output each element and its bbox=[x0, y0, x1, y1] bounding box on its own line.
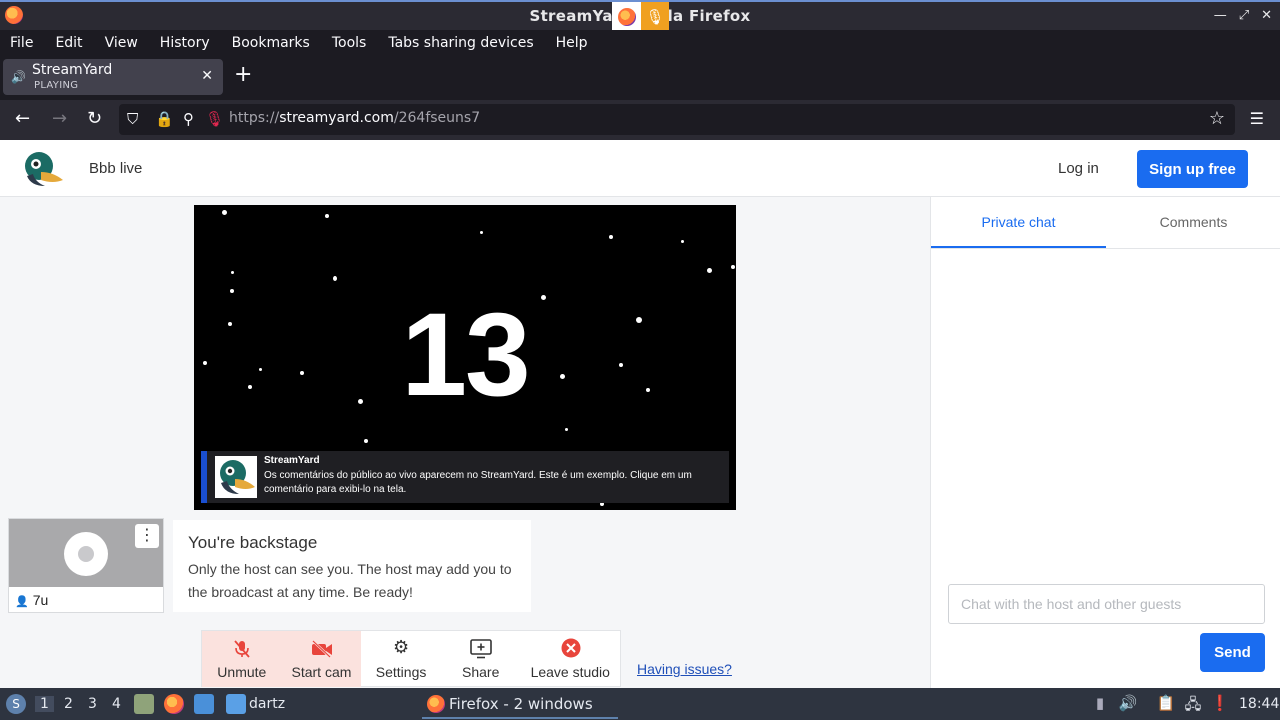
app-menu-icon[interactable]: ☰ bbox=[1250, 109, 1264, 128]
workspace-1[interactable]: 1 bbox=[35, 696, 54, 712]
url-text[interactable]: https://streamyard.com/264fseuns7 bbox=[229, 110, 480, 126]
window-controls: — ⤢ ✕ bbox=[1214, 8, 1272, 23]
clipboard-icon[interactable]: 📋 bbox=[1156, 694, 1176, 714]
maximize-icon[interactable]: ⤢ bbox=[1239, 8, 1249, 23]
comment-banner: StreamYard Os comentários do público ao … bbox=[201, 451, 729, 503]
streamyard-avatar-icon bbox=[215, 456, 257, 498]
backstage-body: Only the host can see you. The host may … bbox=[188, 561, 512, 600]
participant-card[interactable]: ⋮ 👤 7u bbox=[8, 518, 164, 613]
send-button[interactable]: Send bbox=[1200, 633, 1265, 672]
screen-share-icon bbox=[470, 639, 492, 659]
updates-icon[interactable]: ❗ bbox=[1210, 694, 1230, 714]
tab-title: StreamYard bbox=[32, 62, 113, 78]
broadcast-stage: 13 StreamYard Os comentários do público … bbox=[194, 205, 736, 510]
workspace-3[interactable]: 3 bbox=[88, 696, 97, 712]
settings-button[interactable]: ⚙ Settings bbox=[361, 631, 441, 687]
camera-off-icon bbox=[311, 640, 332, 658]
close-tab-icon[interactable]: ✕ bbox=[201, 68, 213, 84]
file-manager-launcher-icon[interactable] bbox=[134, 694, 154, 714]
user-placeholder-icon bbox=[78, 546, 94, 562]
window-titlebar: StreamYard ozilla Firefox 🎙 — ⤢ ✕ bbox=[0, 0, 1280, 32]
new-tab-button[interactable]: + bbox=[234, 64, 252, 86]
login-button[interactable]: Log in bbox=[1058, 160, 1099, 177]
workspace-4[interactable]: 4 bbox=[112, 696, 121, 712]
backstage-notice: You're backstage Only the host can see y… bbox=[173, 520, 531, 612]
lock-icon[interactable]: 🔒 bbox=[155, 110, 174, 128]
network-icon[interactable]: 🖧 bbox=[1183, 694, 1203, 714]
menu-file[interactable]: File bbox=[10, 35, 33, 51]
reload-button[interactable]: ↻ bbox=[87, 108, 102, 129]
streamyard-duck-logo-icon[interactable] bbox=[23, 150, 65, 188]
folder-icon[interactable] bbox=[226, 694, 246, 714]
backstage-heading: You're backstage bbox=[188, 533, 318, 552]
playing-audio-icon[interactable]: 🔊 bbox=[11, 70, 29, 84]
workspace-2[interactable]: 2 bbox=[64, 696, 73, 712]
gear-icon: ⚙ bbox=[392, 637, 410, 657]
permissions-icon[interactable]: ⚲ bbox=[183, 110, 194, 128]
microphone-off-icon bbox=[234, 640, 250, 658]
navigation-bar: ← → ↻ ⛉ 🔒 ⚲ 🎙 https://streamyard.com/264… bbox=[0, 100, 1280, 140]
forward-button[interactable]: → bbox=[52, 108, 67, 129]
back-button[interactable]: ← bbox=[15, 108, 30, 129]
tab-playing-label: PLAYING bbox=[34, 80, 79, 91]
banner-text: Os comentários do público ao vivo aparec… bbox=[264, 470, 692, 495]
countdown-number: 13 bbox=[401, 289, 530, 421]
chat-tabs-divider bbox=[931, 248, 1280, 249]
shield-icon[interactable]: ⛉ bbox=[127, 110, 138, 128]
menu-tools[interactable]: Tools bbox=[332, 35, 367, 51]
tray-battery-icon[interactable]: ▮ bbox=[1090, 694, 1110, 714]
close-window-icon[interactable]: ✕ bbox=[1261, 8, 1272, 23]
participant-name: 👤 7u bbox=[15, 592, 49, 608]
start-cam-button[interactable]: Start cam bbox=[281, 631, 362, 687]
firefox-sharing-icon[interactable] bbox=[612, 2, 641, 32]
microphone-icon[interactable]: 🎙 bbox=[205, 110, 224, 128]
chat-input[interactable] bbox=[948, 584, 1265, 624]
menu-view[interactable]: View bbox=[105, 35, 138, 51]
menu-bar: File Edit View History Bookmarks Tools T… bbox=[0, 30, 1280, 55]
menu-bookmarks[interactable]: Bookmarks bbox=[232, 35, 310, 51]
menu-tabs-sharing-devices[interactable]: Tabs sharing devices bbox=[388, 35, 533, 51]
menu-edit[interactable]: Edit bbox=[55, 35, 82, 51]
folder-label[interactable]: dartz bbox=[249, 696, 285, 712]
os-taskbar: S 1 2 3 4 dartz Firefox - 2 windows ▮ 🔊 … bbox=[0, 688, 1280, 720]
chat-panel: Private chat Comments Send bbox=[930, 197, 1280, 688]
terminal-launcher-icon[interactable] bbox=[194, 694, 214, 714]
minimize-icon[interactable]: — bbox=[1214, 8, 1227, 23]
share-button[interactable]: Share bbox=[441, 631, 521, 687]
start-menu-icon[interactable]: S bbox=[6, 694, 26, 714]
signup-button[interactable]: Sign up free bbox=[1137, 150, 1248, 188]
menu-help[interactable]: Help bbox=[556, 35, 588, 51]
tab-streamyard[interactable]: 🔊 StreamYard PLAYING ✕ bbox=[3, 59, 223, 95]
person-icon: 👤 bbox=[15, 596, 29, 608]
firefox-launcher-icon[interactable] bbox=[164, 694, 184, 714]
url-bar[interactable]: ⛉ 🔒 ⚲ 🎙 https://streamyard.com/264fseuns… bbox=[119, 104, 1235, 135]
having-issues-link[interactable]: Having issues? bbox=[637, 661, 732, 677]
studio-toolbar: Unmute Start cam ⚙ Settings Share Leave … bbox=[201, 630, 621, 687]
broadcast-title: Bbb live bbox=[89, 160, 143, 177]
leave-studio-button[interactable]: Leave studio bbox=[521, 631, 621, 687]
site-header: Bbb live Log in Sign up free bbox=[0, 140, 1280, 197]
tab-comments[interactable]: Comments bbox=[1106, 197, 1280, 248]
participant-avatar bbox=[64, 532, 108, 576]
menu-history[interactable]: History bbox=[160, 35, 210, 51]
taskbar-firefox-window[interactable]: Firefox - 2 windows bbox=[422, 691, 618, 719]
leave-x-icon bbox=[561, 638, 580, 658]
tab-bar: 🔊 StreamYard PLAYING ✕ + bbox=[0, 55, 1280, 100]
tab-private-chat[interactable]: Private chat bbox=[931, 197, 1106, 248]
participant-more-options-icon[interactable]: ⋮ bbox=[135, 524, 159, 548]
firefox-icon bbox=[427, 695, 445, 713]
unmute-button[interactable]: Unmute bbox=[202, 631, 282, 687]
page-content: Bbb live Log in Sign up free 13 StreamYa… bbox=[0, 140, 1280, 688]
volume-icon[interactable]: 🔊 bbox=[1118, 694, 1138, 714]
bookmark-star-icon[interactable]: ☆ bbox=[1209, 108, 1225, 129]
banner-author: StreamYard bbox=[264, 455, 320, 466]
microphone-sharing-icon[interactable]: 🎙 bbox=[641, 2, 669, 32]
sharing-indicator[interactable]: 🎙 bbox=[612, 2, 669, 32]
clock: 18:44 bbox=[1239, 696, 1280, 712]
